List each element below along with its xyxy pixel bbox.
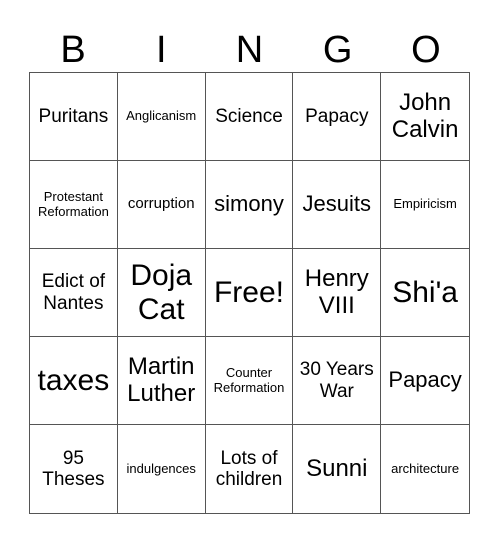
bingo-cell[interactable]: Protestant Reformation bbox=[30, 161, 118, 249]
bingo-cell[interactable]: indulgences bbox=[118, 425, 206, 513]
bingo-cell[interactable]: architecture bbox=[381, 425, 469, 513]
bingo-cell[interactable]: Edict of Nantes bbox=[30, 249, 118, 337]
header-letter-b: B bbox=[60, 29, 86, 71]
header-letter-n: N bbox=[235, 29, 264, 71]
bingo-cell[interactable]: Empiricism bbox=[381, 161, 469, 249]
header-letter-g: G bbox=[322, 29, 353, 71]
bingo-cell[interactable]: Henry VIII bbox=[293, 249, 382, 337]
bingo-cell[interactable]: Lots of children bbox=[206, 425, 294, 513]
bingo-cell[interactable]: Counter Reformation bbox=[205, 337, 294, 425]
header-letter-o: O bbox=[411, 29, 441, 71]
bingo-cell[interactable]: Anglicanism bbox=[117, 73, 206, 161]
bingo-grid: Puritans Anglicanism Science Papacy John… bbox=[29, 72, 470, 514]
bingo-cell[interactable]: John Calvin bbox=[381, 73, 469, 161]
bingo-cell[interactable]: Martin Luther bbox=[117, 337, 206, 425]
bingo-cell[interactable]: Papacy bbox=[293, 73, 382, 161]
bingo-cell[interactable]: corruption bbox=[117, 161, 206, 249]
bingo-cell[interactable]: 95 Theses bbox=[30, 425, 118, 513]
bingo-cell[interactable]: taxes bbox=[30, 337, 118, 425]
bingo-header: B I N G O bbox=[29, 28, 470, 72]
bingo-cell[interactable]: 30 Years War bbox=[293, 337, 382, 425]
bingo-cell[interactable]: Puritans bbox=[30, 73, 118, 161]
header-letter-i: I bbox=[156, 29, 167, 71]
bingo-cell[interactable]: Papacy bbox=[381, 337, 469, 425]
free-space-cell[interactable]: Free! bbox=[205, 249, 294, 337]
bingo-cell[interactable]: Sunni bbox=[293, 425, 382, 513]
bingo-cell[interactable]: Doja Cat bbox=[117, 249, 206, 337]
bingo-cell[interactable]: Science bbox=[205, 73, 294, 161]
bingo-cell[interactable]: simony bbox=[205, 161, 294, 249]
bingo-cell[interactable]: Shi'a bbox=[381, 249, 469, 337]
bingo-cell[interactable]: Jesuits bbox=[293, 161, 382, 249]
